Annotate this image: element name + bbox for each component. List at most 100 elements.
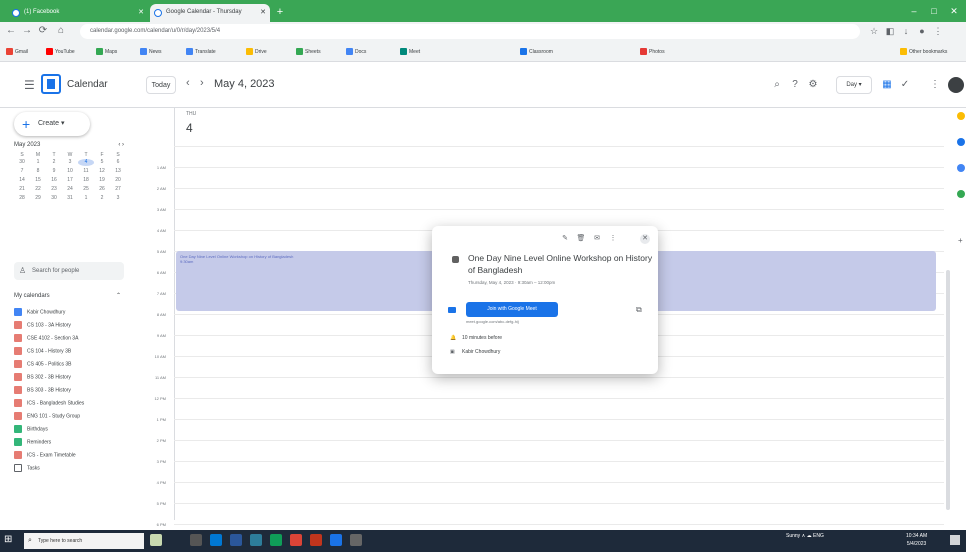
mini-day[interactable]: 10	[62, 168, 78, 175]
email-icon[interactable]: ✉	[592, 234, 602, 244]
mini-day[interactable]: 9	[46, 168, 62, 175]
close-window-icon[interactable]: ✕	[944, 3, 964, 19]
address-bar[interactable]: calendar.google.com/calendar/u/0/r/day/2…	[80, 24, 860, 39]
windows-start-icon[interactable]: ⊞	[4, 534, 16, 546]
help-icon[interactable]: ?	[788, 78, 802, 92]
settings-gear-icon[interactable]: ⚙	[806, 78, 820, 92]
mini-day[interactable]: 21	[14, 186, 30, 193]
mini-day[interactable]: 27	[110, 186, 126, 193]
calendar-list-item[interactable]: CS 405 - Politics 3B	[14, 360, 128, 371]
checkbox-icon[interactable]	[14, 373, 22, 381]
maps-icon[interactable]	[957, 190, 965, 198]
mini-day[interactable]: 16	[46, 177, 62, 184]
maximize-icon[interactable]: □	[924, 3, 944, 19]
my-calendars-title[interactable]: My calendars	[14, 293, 50, 299]
mini-day[interactable]: 2	[94, 195, 110, 202]
create-button[interactable]: + Create ▾	[14, 112, 90, 136]
mini-day[interactable]: 19	[94, 177, 110, 184]
calendar-list-item[interactable]: ICS - Bangladesh Studies	[14, 399, 128, 410]
mini-day[interactable]: 1	[78, 195, 94, 202]
mini-day[interactable]: 30	[14, 159, 30, 166]
copy-icon[interactable]: ⧉	[636, 305, 642, 315]
landscape-thumbnail-icon[interactable]	[150, 534, 162, 546]
mini-day[interactable]: 30	[46, 195, 62, 202]
more-options-icon[interactable]: ⋮	[608, 234, 618, 244]
mini-day[interactable]: 2	[46, 159, 62, 166]
mini-day[interactable]: 8	[30, 168, 46, 175]
calendar-list-item[interactable]: Birthdays	[14, 425, 128, 436]
system-tray[interactable]: Sunny ∧ ☁ ENG	[786, 533, 824, 539]
calendar-list-item[interactable]: BS 302 - 3B History	[14, 373, 128, 384]
mini-day[interactable]: 3	[62, 159, 78, 166]
mini-day[interactable]: 1	[30, 159, 46, 166]
mini-day[interactable]: 4	[78, 159, 94, 166]
mini-day[interactable]: 14	[14, 177, 30, 184]
bookmark-item[interactable]: Translate	[186, 48, 216, 55]
account-avatar[interactable]	[948, 77, 964, 93]
checkbox-icon[interactable]	[14, 308, 22, 316]
store-icon[interactable]	[270, 534, 282, 546]
mini-day[interactable]: 31	[62, 195, 78, 202]
bookmark-item[interactable]: News	[140, 48, 162, 55]
explorer-icon[interactable]	[250, 534, 262, 546]
checkbox-icon[interactable]	[14, 334, 22, 342]
app-icon[interactable]	[350, 534, 362, 546]
checkbox-icon[interactable]	[14, 451, 22, 459]
edge-icon[interactable]	[210, 534, 222, 546]
mini-day[interactable]: 15	[30, 177, 46, 184]
mini-day[interactable]: 20	[110, 177, 126, 184]
mini-day[interactable]: 18	[78, 177, 94, 184]
minimize-icon[interactable]: –	[904, 3, 924, 19]
checkbox-icon[interactable]	[14, 438, 22, 446]
calendar-list-item[interactable]: CS 103 - 3A History	[14, 321, 128, 332]
calendar-list-item[interactable]: Tasks	[14, 464, 128, 475]
calendar-list-item[interactable]: Reminders	[14, 438, 128, 449]
mini-day[interactable]: 23	[46, 186, 62, 193]
day-number[interactable]: 4	[186, 121, 193, 135]
mini-day[interactable]: 22	[30, 186, 46, 193]
calendar-list-item[interactable]: CS 104 - History 3B	[14, 347, 128, 358]
mini-day[interactable]: 7	[14, 168, 30, 175]
contacts-icon[interactable]	[957, 164, 965, 172]
bookmark-item[interactable]: Meet	[400, 48, 420, 55]
search-icon[interactable]: ⌕	[770, 78, 784, 92]
mini-day[interactable]: 28	[14, 195, 30, 202]
meet-icon[interactable]	[330, 534, 342, 546]
calendar-view-icon[interactable]: ▦	[880, 78, 894, 92]
task-view-icon[interactable]	[190, 534, 202, 546]
bookmark-item[interactable]: Sheets	[296, 48, 321, 55]
extensions-icon[interactable]: ◧	[884, 25, 896, 37]
next-day-button[interactable]: ›	[200, 77, 204, 89]
download-icon[interactable]: ↓	[900, 25, 912, 37]
home-icon[interactable]: ⌂	[54, 24, 68, 38]
menu-dots-icon[interactable]: ⋮	[932, 25, 944, 37]
mini-day[interactable]: 26	[94, 186, 110, 193]
meet-link[interactable]: meet.google.com/abc-defg-hij	[466, 319, 519, 324]
search-people-input[interactable]: ♙ Search for people	[14, 262, 124, 280]
bookmark-item[interactable]: Photos	[640, 48, 665, 55]
powerpoint-icon[interactable]	[310, 534, 322, 546]
notification-icon[interactable]	[950, 535, 960, 545]
main-menu-icon[interactable]: ☰	[24, 78, 35, 92]
browser-tab-facebook[interactable]: (1) Facebook ✕	[8, 4, 148, 22]
view-switcher-button[interactable]: Day ▾	[836, 76, 872, 94]
browser-tab-calendar[interactable]: Google Calendar - Thursday ✕	[150, 4, 270, 22]
mini-day[interactable]: 6	[110, 159, 126, 166]
checkbox-icon[interactable]	[14, 347, 22, 355]
apps-grid-icon[interactable]: ⋮	[928, 78, 942, 92]
star-icon[interactable]: ☆	[868, 25, 880, 37]
tasks-view-icon[interactable]: ✓	[898, 78, 912, 92]
bookmark-item[interactable]: Gmail	[6, 48, 28, 55]
calendar-list-item[interactable]: ENG 101 - Study Group	[14, 412, 128, 423]
bookmark-item[interactable]: Maps	[96, 48, 117, 55]
calendar-list-item[interactable]: Kabir Chowdhury	[14, 308, 128, 319]
mini-day[interactable]: 17	[62, 177, 78, 184]
tasks-icon[interactable]	[957, 138, 965, 146]
close-tab-icon[interactable]: ✕	[260, 8, 266, 16]
taskbar-clock[interactable]: 10:34 AM 5/4/2023	[906, 532, 927, 548]
mini-day[interactable]: 12	[94, 168, 110, 175]
edit-icon[interactable]: ✎	[560, 234, 570, 244]
today-button[interactable]: Today	[146, 76, 176, 94]
checkbox-icon[interactable]	[14, 412, 22, 420]
close-tab-icon[interactable]: ✕	[138, 8, 144, 16]
